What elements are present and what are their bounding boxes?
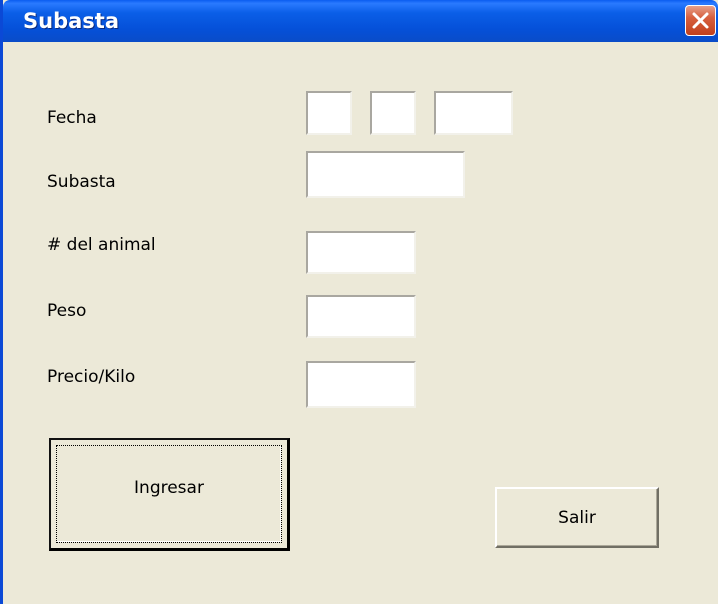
ingresar-button-label: Ingresar bbox=[134, 478, 204, 498]
salir-button[interactable]: Salir bbox=[495, 487, 659, 548]
animal-number-input[interactable] bbox=[306, 231, 416, 274]
window-title: Subasta bbox=[23, 9, 119, 33]
dialog-window: Subasta Fecha Subasta # del animal Peso … bbox=[0, 0, 718, 604]
salir-button-label: Salir bbox=[558, 507, 596, 528]
fecha-label: Fecha bbox=[47, 108, 97, 128]
subasta-input[interactable] bbox=[306, 151, 465, 198]
title-bar[interactable]: Subasta bbox=[3, 0, 718, 42]
subasta-label: Subasta bbox=[47, 172, 116, 192]
fecha-month-input[interactable] bbox=[370, 91, 416, 135]
peso-input[interactable] bbox=[306, 295, 416, 338]
fecha-year-input[interactable] bbox=[434, 91, 513, 135]
ingresar-button[interactable]: Ingresar bbox=[49, 438, 290, 551]
peso-label: Peso bbox=[47, 301, 87, 321]
close-button[interactable] bbox=[685, 5, 716, 36]
precio-kilo-input[interactable] bbox=[306, 361, 416, 408]
precio-kilo-label: Precio/Kilo bbox=[47, 367, 136, 387]
close-icon bbox=[692, 12, 709, 29]
fecha-day-input[interactable] bbox=[306, 91, 352, 135]
animal-number-label: # del animal bbox=[47, 235, 156, 255]
